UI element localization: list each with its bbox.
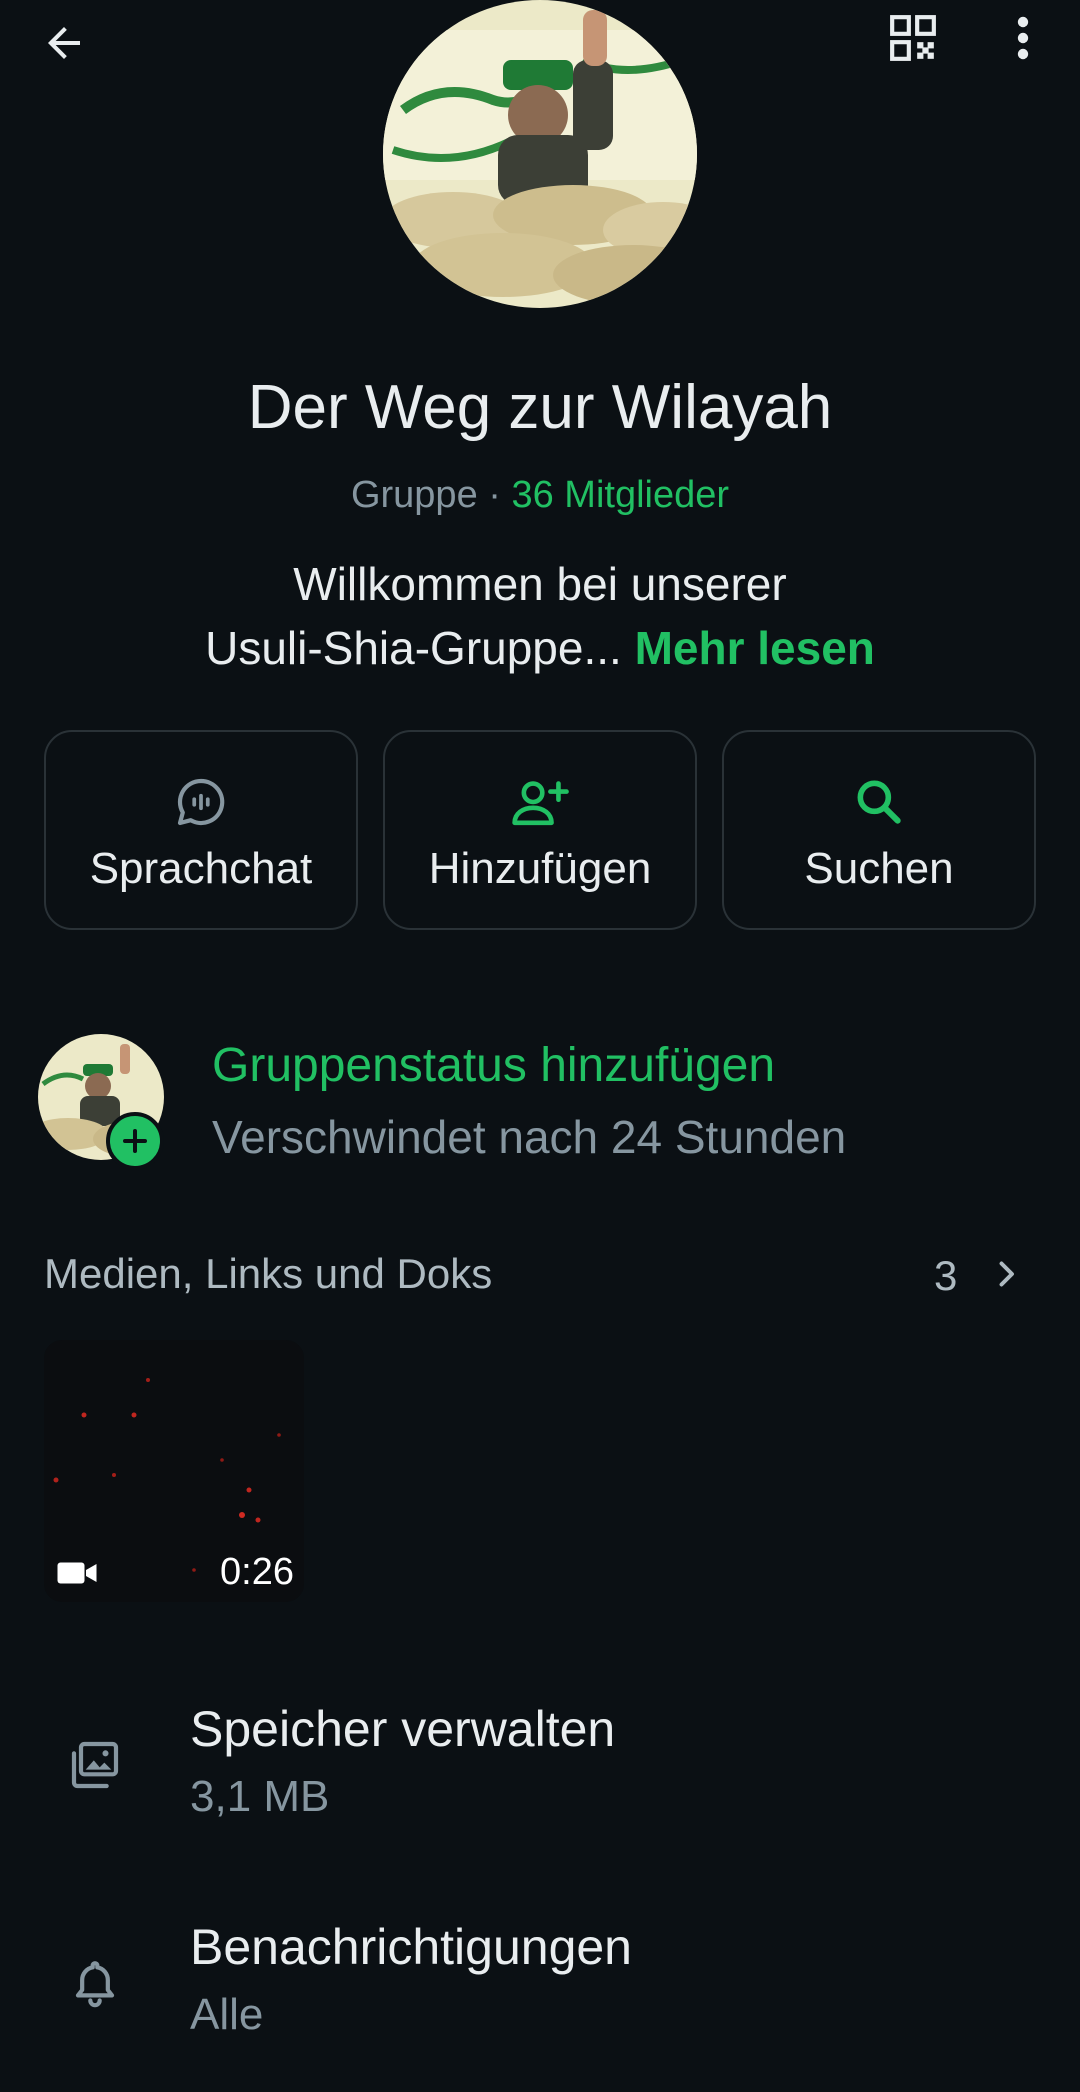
video-camera-icon — [57, 1562, 97, 1584]
arrow-left-icon — [48, 27, 80, 59]
more-vert-icon — [1017, 16, 1029, 60]
voice-chat-button[interactable]: Sprachchat — [44, 730, 358, 930]
members-count-link[interactable]: 36 Mitglieder — [511, 474, 729, 516]
media-links-docs-row[interactable]: Medien, Links und Doks 3 — [0, 1246, 1080, 1306]
group-description: Willkommen bei unserer Usuli-Shia-Gruppe… — [0, 552, 1080, 680]
media-count: 3 — [934, 1252, 958, 1299]
group-name: Der Weg zur Wilayah — [247, 373, 833, 442]
voice-chat-icon — [177, 778, 225, 826]
more-options-button[interactable] — [992, 0, 1054, 76]
status-subtitle: Verschwindet nach 24 Stunden — [212, 1111, 847, 1163]
qr-code-icon — [890, 15, 936, 61]
search-label: Suchen — [804, 844, 954, 893]
notifications-row[interactable]: Benachrichtigungen Alle — [0, 1918, 1080, 2078]
video-duration: 0:26 — [220, 1551, 294, 1593]
manage-storage-row[interactable]: Speicher verwalten 3,1 MB — [0, 1700, 1080, 1860]
system-nav-bar — [0, 2076, 1080, 2092]
search-button[interactable]: Suchen — [722, 730, 1036, 930]
notifications-value: Alle — [190, 1990, 264, 2039]
group-meta: Gruppe · 36 Mitglieder — [0, 474, 1080, 517]
manage-storage-title: Speicher verwalten — [190, 1701, 616, 1757]
meta-separator: · — [477, 474, 512, 516]
bell-icon — [75, 1961, 115, 2008]
add-member-label: Hinzufügen — [428, 844, 652, 893]
search-icon — [857, 780, 901, 824]
add-group-status-row[interactable]: Gruppenstatus hinzufügen Verschwindet na… — [0, 1030, 1080, 1170]
status-title: Gruppenstatus hinzufügen — [212, 1039, 776, 1092]
media-section-title: Medien, Links und Doks — [44, 1250, 493, 1297]
qr-code-button[interactable] — [870, 0, 956, 76]
chevron-right-icon — [999, 1261, 1014, 1287]
group-avatar[interactable] — [383, 0, 697, 308]
group-kind: Gruppe — [350, 474, 478, 516]
back-button[interactable] — [22, 6, 106, 80]
description-line-1: Willkommen bei unserer — [293, 558, 787, 610]
media-video-thumbnail[interactable]: 0:26 — [44, 1340, 304, 1602]
read-more-link[interactable]: Mehr lesen — [635, 622, 875, 674]
add-status-icon — [106, 1112, 164, 1170]
storage-size: 3,1 MB — [190, 1772, 330, 1821]
storage-icon — [71, 1741, 119, 1789]
notifications-title: Benachrichtigungen — [190, 1919, 632, 1975]
add-person-icon — [512, 781, 569, 826]
description-line-2: Usuli-Shia-Gruppe... — [205, 622, 622, 674]
add-member-button[interactable]: Hinzufügen — [383, 730, 697, 930]
voice-chat-label: Sprachchat — [89, 844, 313, 893]
